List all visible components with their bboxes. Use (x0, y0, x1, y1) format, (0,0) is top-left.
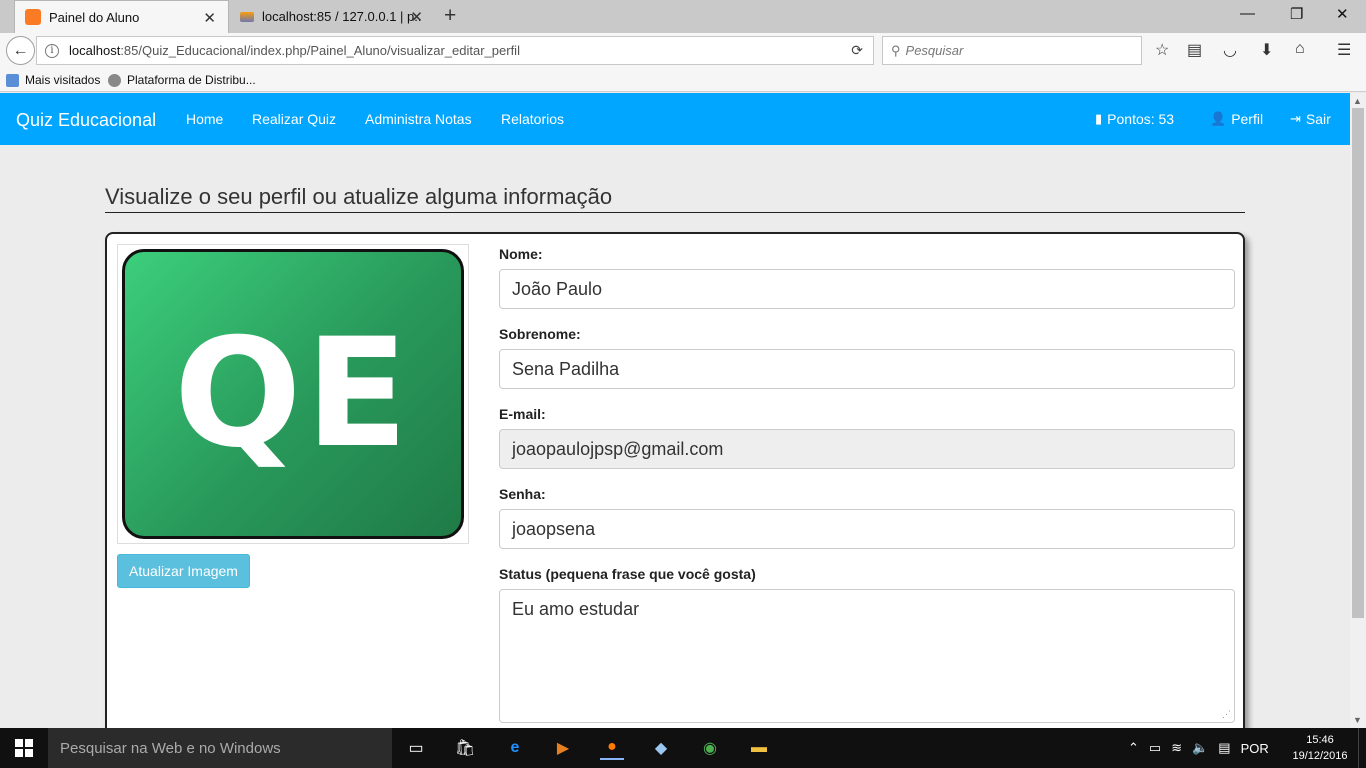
nav-administra-notas[interactable]: Administra Notas (365, 111, 472, 127)
bookmarks-toolbar: Mais visitados Plataforma de Distribu... (0, 68, 1366, 92)
clock-date: 19/12/2016 (1292, 750, 1348, 762)
page-title: Visualize o seu perfil ou atualize algum… (105, 184, 1245, 213)
scroll-thumb[interactable] (1352, 108, 1364, 618)
senha-input[interactable]: joaopsena (499, 509, 1235, 549)
scroll-down-icon[interactable]: ▼ (1353, 715, 1362, 725)
taskbar-search-input[interactable]: Pesquisar na Web e no Windows (48, 728, 392, 768)
logout-link[interactable]: ⇥ Sair (1290, 111, 1331, 127)
profile-image: QE (122, 249, 464, 539)
page-scrollbar[interactable]: ▲ ▼ (1350, 93, 1366, 728)
status-text: Eu amo estudar (512, 599, 640, 619)
edge-icon[interactable]: e (503, 736, 527, 760)
nav-realizar-quiz[interactable]: Realizar Quiz (252, 111, 336, 127)
windows-taskbar: Pesquisar na Web e no Windows ▭ 🛍 e ▶ ● … (0, 728, 1366, 768)
volume-icon[interactable]: 🔈 (1192, 740, 1208, 756)
firefox-icon[interactable]: ● (600, 736, 624, 760)
minimize-button[interactable]: — (1240, 5, 1255, 22)
language-indicator[interactable]: POR (1241, 741, 1269, 756)
tab-phpmyadmin[interactable]: localhost:85 / 127.0.0.1 | p... ✕ (230, 0, 435, 33)
info-icon[interactable]: i (45, 43, 59, 58)
file-explorer-icon[interactable]: ▬ (747, 736, 771, 760)
close-tab-icon[interactable]: ✕ (203, 9, 216, 27)
resize-grip-icon[interactable]: ⋰ (1222, 709, 1231, 720)
system-tray: ⌃ ▭ ≋ 🔈 ▤ POR (1128, 728, 1279, 768)
profile-card: QE Atualizar Imagem Nome: João Paulo Sob… (105, 232, 1245, 752)
home-icon[interactable]: ⌂ (1295, 40, 1305, 58)
logout-label: Sair (1305, 111, 1331, 127)
status-textarea[interactable]: Eu amo estudar ⋰ (499, 589, 1235, 723)
profile-link[interactable]: 👤 Perfil (1210, 111, 1263, 127)
download-icon[interactable]: ⬇ (1260, 40, 1273, 60)
points-link[interactable]: ▮ Pontos: 53 (1095, 111, 1174, 127)
update-image-button[interactable]: Atualizar Imagem (117, 554, 250, 588)
email-input: joaopaulojpsp@gmail.com (499, 429, 1235, 469)
nav-home[interactable]: Home (186, 111, 223, 127)
nav-relatorios[interactable]: Relatorios (501, 111, 564, 127)
show-hidden-icons-icon[interactable]: ⌃ (1128, 740, 1139, 756)
url-bar[interactable]: i localhost:85/Quiz_Educacional/index.ph… (36, 36, 874, 65)
chrome-icon[interactable]: ◉ (698, 736, 722, 760)
wifi-icon[interactable]: ≋ (1171, 740, 1182, 756)
windows-start-button[interactable] (0, 728, 48, 768)
url-text: localhost:85/Quiz_Educacional/index.php/… (69, 43, 520, 58)
tab-label: Painel do Aluno (49, 9, 140, 25)
email-label: E-mail: (499, 406, 546, 422)
task-view-icon[interactable]: ▭ (404, 736, 428, 760)
xampp-icon (25, 9, 41, 25)
menu-icon[interactable]: ☰ (1337, 40, 1351, 60)
user-icon: 👤 (1210, 111, 1227, 126)
book-icon: ▮ (1095, 111, 1103, 126)
bookmark-star-icon[interactable]: ☆ (1155, 40, 1169, 60)
browser-tab-bar: Painel do Aluno ✕ localhost:85 / 127.0.0… (0, 0, 1366, 33)
store-icon[interactable]: 🛍 (453, 736, 477, 760)
phpmyadmin-icon (240, 11, 254, 22)
battery-icon[interactable]: ▭ (1149, 740, 1161, 756)
bookmark-plataforma[interactable]: Plataforma de Distribu... (108, 73, 256, 87)
action-center-icon[interactable]: ▤ (1218, 740, 1230, 756)
bookmarks-folder-icon (6, 73, 19, 87)
brand-link[interactable]: Quiz Educacional (16, 110, 156, 131)
nome-label: Nome: (499, 246, 543, 262)
sobrenome-label: Sobrenome: (499, 326, 581, 342)
profile-label: Perfil (1231, 111, 1264, 127)
close-tab-icon[interactable]: ✕ (410, 8, 423, 26)
bookmark-mais-visitados[interactable]: Mais visitados (6, 73, 100, 87)
search-placeholder: Pesquisar (905, 43, 964, 58)
bookmark-label: Mais visitados (25, 73, 101, 87)
search-icon: ⚲ (891, 42, 901, 58)
back-button[interactable]: ← (6, 36, 35, 65)
windows-logo-icon (15, 739, 33, 757)
media-player-icon[interactable]: ▶ (551, 736, 575, 760)
bookmark-label: Plataforma de Distribu... (127, 73, 256, 87)
pocket-icon[interactable]: ◡ (1223, 40, 1237, 60)
globe-icon (108, 73, 121, 87)
sobrenome-input[interactable]: Sena Padilha (499, 349, 1235, 389)
senha-label: Senha: (499, 486, 546, 502)
status-label: Status (pequena frase que você gosta) (499, 566, 756, 582)
reading-list-icon[interactable]: ▤ (1187, 40, 1202, 60)
scroll-up-icon[interactable]: ▲ (1353, 96, 1362, 106)
close-window-button[interactable]: ✕ (1336, 5, 1349, 23)
new-tab-button[interactable]: + (444, 4, 456, 28)
taskbar-clock[interactable]: 15:46 19/12/2016 (1288, 732, 1352, 764)
tab-painel-do-aluno[interactable]: Painel do Aluno ✕ (14, 0, 229, 33)
tab-label: localhost:85 / 127.0.0.1 | p... (262, 9, 422, 24)
app-navbar: Quiz Educacional Home Realizar Quiz Admi… (0, 93, 1350, 145)
browser-search-input[interactable]: ⚲ Pesquisar (882, 36, 1142, 65)
sign-out-icon: ⇥ (1290, 111, 1301, 126)
nome-input[interactable]: João Paulo (499, 269, 1235, 309)
virtualbox-icon[interactable]: ◆ (649, 736, 673, 760)
restore-button[interactable]: ❐ (1290, 5, 1303, 23)
reload-icon[interactable]: ⟳ (851, 42, 863, 59)
profile-image-frame: QE (117, 244, 469, 544)
points-label: Pontos: 53 (1107, 111, 1175, 127)
clock-time: 15:46 (1306, 734, 1334, 746)
show-desktop-button[interactable] (1358, 728, 1366, 768)
